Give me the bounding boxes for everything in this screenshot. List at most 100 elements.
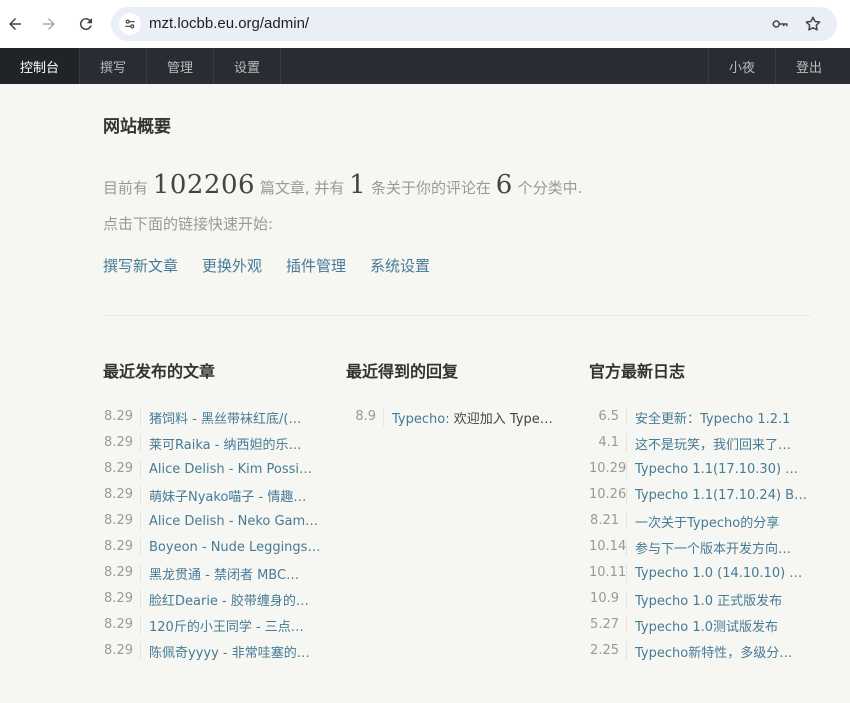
post-link[interactable]: 莱可Raika - 纳西妲的乐… xyxy=(141,434,325,453)
item-date: 8.29 xyxy=(103,616,141,634)
log-link[interactable]: Typecho 1.0 (14.10.10) … xyxy=(627,566,811,581)
url-text: mzt.locbb.eu.org/admin/ xyxy=(149,15,310,32)
nav-user-profile[interactable]: 小夜 xyxy=(707,48,775,84)
quick-link-plugins[interactable]: 插件管理 xyxy=(286,255,346,276)
list-item: 8.29 Alice Delish - Neko Gam… xyxy=(103,508,325,534)
comment-count: 1 xyxy=(349,170,367,200)
list-item: 5.27 Typecho 1.0测试版发布 xyxy=(589,612,811,638)
quick-link-system-settings[interactable]: 系统设置 xyxy=(370,255,430,276)
nav-write[interactable]: 撰写 xyxy=(80,48,148,84)
log-link[interactable]: 这不是玩笑，我们回来了… xyxy=(627,434,811,453)
quick-link-write-post[interactable]: 撰写新文章 xyxy=(103,255,178,276)
forward-icon[interactable] xyxy=(38,13,60,35)
log-link[interactable]: 安全更新：Typecho 1.2.1 xyxy=(627,408,811,427)
comment-author[interactable]: Typecho: xyxy=(392,412,450,427)
password-key-icon[interactable] xyxy=(771,15,789,33)
quick-links: 撰写新文章 更换外观 插件管理 系统设置 xyxy=(103,255,454,276)
log-link[interactable]: Typecho 1.1(17.10.24) B… xyxy=(627,488,811,503)
item-date: 10.29 xyxy=(589,460,627,478)
list-item: 8.29 脸红Dearie - 胶带缠身的… xyxy=(103,586,325,612)
item-date: 8.29 xyxy=(103,590,141,608)
item-date: 8.29 xyxy=(103,408,141,426)
item-date: 10.11 xyxy=(589,564,627,582)
list-item: 8.29 萌妹子Nyako喵子 - 情趣… xyxy=(103,482,325,508)
item-date: 8.21 xyxy=(589,512,627,530)
official-log-list: 6.5 安全更新：Typecho 1.2.1 4.1 这不是玩笑，我们回来了… 10.2… xyxy=(589,404,811,664)
item-date: 5.27 xyxy=(589,616,627,634)
admin-nav: 控制台 撰写 管理 设置 小夜 登出 xyxy=(0,48,850,84)
list-item: 10.26 Typecho 1.1(17.10.24) B… xyxy=(589,482,811,508)
recent-posts-list: 8.29 猪饲料 - 黑丝带袜红底/(… 8.29 莱可Raika - 纳西妲的乐… 8… xyxy=(103,404,325,664)
nav-logout[interactable]: 登出 xyxy=(774,48,842,84)
post-count: 102206 xyxy=(152,170,256,200)
item-date: 10.14 xyxy=(589,538,627,556)
item-date: 6.5 xyxy=(589,408,627,426)
item-date: 8.29 xyxy=(103,564,141,582)
nav-manage[interactable]: 管理 xyxy=(147,48,215,84)
log-link[interactable]: Typecho 1.1(17.10.30) … xyxy=(627,462,811,477)
official-log-title: 官方最新日志 xyxy=(589,362,686,381)
post-link[interactable]: 猪饲料 - 黑丝带袜红底/(… xyxy=(141,408,325,427)
recent-posts-section: 最近发布的文章 8.29 猪饲料 - 黑丝带袜红底/(… 8.29 莱可Raika -… xyxy=(103,358,325,664)
address-bar[interactable]: mzt.locbb.eu.org/admin/ xyxy=(111,7,837,41)
nav-dashboard[interactable]: 控制台 xyxy=(0,48,81,84)
recent-comments-title: 最近得到的回复 xyxy=(346,362,459,381)
official-log-section: 官方最新日志 6.5 安全更新：Typecho 1.2.1 4.1 这不是玩笑，我们回… xyxy=(589,358,811,664)
item-date: 8.29 xyxy=(103,486,141,504)
item-date: 8.29 xyxy=(103,642,141,660)
comment-link[interactable]: Typecho: 欢迎加入 Type… xyxy=(384,408,568,427)
list-item: 10.29 Typecho 1.1(17.10.30) … xyxy=(589,456,811,482)
log-link[interactable]: Typecho 1.0 正式版发布 xyxy=(627,590,811,609)
post-link[interactable]: Alice Delish - Neko Gam… xyxy=(141,514,325,529)
log-link[interactable]: Typecho新特性，多级分… xyxy=(627,642,811,661)
log-link[interactable]: 参与下一个版本开发方向… xyxy=(627,538,811,557)
list-item: 10.9 Typecho 1.0 正式版发布 xyxy=(589,586,811,612)
log-link[interactable]: Typecho 1.0测试版发布 xyxy=(627,616,811,635)
list-item: 8.29 陈佩奇yyyy - 非常哇塞的… xyxy=(103,638,325,664)
list-item: 10.11 Typecho 1.0 (14.10.10) … xyxy=(589,560,811,586)
item-date: 8.29 xyxy=(103,434,141,452)
browser-toolbar: mzt.locbb.eu.org/admin/ xyxy=(0,0,850,48)
post-link[interactable]: 脸红Dearie - 胶带缠身的… xyxy=(141,590,325,609)
quick-link-change-theme[interactable]: 更换外观 xyxy=(202,255,262,276)
post-link[interactable]: 萌妹子Nyako喵子 - 情趣… xyxy=(141,486,325,505)
item-date: 8.29 xyxy=(103,460,141,478)
recent-comments-section: 最近得到的回复 8.9 Typecho: 欢迎加入 Type… xyxy=(346,358,568,430)
category-count: 6 xyxy=(495,170,513,200)
recent-comments-list: 8.9 Typecho: 欢迎加入 Type… xyxy=(346,404,568,430)
list-item: 8.29 莱可Raika - 纳西妲的乐… xyxy=(103,430,325,456)
item-date: 10.9 xyxy=(589,590,627,608)
recent-posts-title: 最近发布的文章 xyxy=(103,362,216,381)
item-date: 2.25 xyxy=(589,642,627,660)
list-item: 10.14 参与下一个版本开发方向… xyxy=(589,534,811,560)
reload-icon[interactable] xyxy=(75,13,97,35)
item-date: 8.29 xyxy=(103,512,141,530)
site-info-icon[interactable] xyxy=(119,13,141,35)
post-link[interactable]: 陈佩奇yyyy - 非常哇塞的… xyxy=(141,642,325,661)
list-item: 8.29 猪饲料 - 黑丝带袜红底/(… xyxy=(103,404,325,430)
summary-suffix: 个分类中. xyxy=(517,179,583,197)
summary-comments-text: 条关于你的评论在 xyxy=(371,179,492,197)
page-title: 网站概要 xyxy=(103,117,171,137)
list-item: 8.29 120斤的小王同学 - 三点… xyxy=(103,612,325,638)
list-item: 2.25 Typecho新特性，多级分… xyxy=(589,638,811,664)
list-item: 8.21 一次关于Typecho的分享 xyxy=(589,508,811,534)
post-link[interactable]: 黑龙贯通 - 禁闭者 MBC… xyxy=(141,564,325,583)
summary-posts-text: 篇文章, 并有 xyxy=(259,179,345,197)
log-link[interactable]: 一次关于Typecho的分享 xyxy=(627,512,811,531)
site-summary: 目前有 102206 篇文章, 并有 1 条关于你的评论在 6 个分类中. xyxy=(103,170,582,200)
item-date: 10.26 xyxy=(589,486,627,504)
bookmark-star-icon[interactable] xyxy=(804,15,822,33)
list-item: 6.5 安全更新：Typecho 1.2.1 xyxy=(589,404,811,430)
comment-text[interactable]: 欢迎加入 Type… xyxy=(454,412,553,427)
post-link[interactable]: 120斤的小王同学 - 三点… xyxy=(141,616,325,635)
list-item: 8.29 Boyeon - Nude Leggings… xyxy=(103,534,325,560)
summary-prefix: 目前有 xyxy=(103,179,149,197)
list-item: 8.29 Alice Delish - Kim Possi… xyxy=(103,456,325,482)
post-link[interactable]: Boyeon - Nude Leggings… xyxy=(141,540,325,555)
post-link[interactable]: Alice Delish - Kim Possi… xyxy=(141,462,325,477)
quick-start-hint: 点击下面的链接快速开始: xyxy=(103,215,274,233)
back-icon[interactable] xyxy=(4,13,26,35)
list-item: 8.9 Typecho: 欢迎加入 Type… xyxy=(346,404,568,430)
nav-settings[interactable]: 设置 xyxy=(214,48,282,84)
